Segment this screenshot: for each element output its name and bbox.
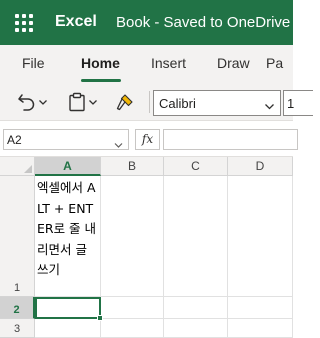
- cell-a1[interactable]: 엑셀에서 ALT + ENTER로 줄 내리면서 글 쓰기: [35, 176, 101, 297]
- row-header-3[interactable]: 3: [0, 319, 35, 338]
- cell-d1[interactable]: [228, 176, 293, 297]
- ribbon-tabs: File Home Insert Draw Pa: [0, 45, 293, 83]
- formula-input[interactable]: [163, 129, 298, 150]
- paintbrush-icon: [114, 91, 136, 113]
- chevron-down-icon: [38, 97, 48, 107]
- name-box[interactable]: A2: [3, 129, 129, 150]
- tab-draw[interactable]: Draw: [217, 55, 250, 71]
- row-number: 2: [13, 304, 20, 316]
- undo-button[interactable]: [16, 90, 48, 114]
- row-number: 1: [13, 282, 21, 294]
- column-header-b[interactable]: B: [101, 157, 164, 176]
- tab-home[interactable]: Home: [81, 55, 120, 71]
- clipboard-icon: [66, 91, 88, 113]
- row-header-1[interactable]: 1: [0, 176, 35, 297]
- insert-function-button[interactable]: fx: [135, 129, 160, 150]
- cell-d3[interactable]: [228, 319, 293, 338]
- chevron-down-icon: [264, 99, 275, 117]
- active-cell-outline: [35, 297, 101, 319]
- cell-b1[interactable]: [101, 176, 164, 297]
- paste-button[interactable]: [66, 90, 98, 114]
- chevron-down-icon: [88, 97, 98, 107]
- column-header-c[interactable]: C: [164, 157, 228, 176]
- cell-d2[interactable]: [228, 297, 293, 319]
- cell-b2[interactable]: [101, 297, 164, 319]
- undo-icon: [16, 91, 38, 113]
- document-title[interactable]: Book - Saved to OneDrive: [116, 14, 290, 31]
- cell-c2[interactable]: [164, 297, 228, 319]
- cell-c3[interactable]: [164, 319, 228, 338]
- spreadsheet-grid: A B C D 1 2 3 엑셀에서 ALT + ENTER로 줄 내리면서 글…: [0, 157, 293, 338]
- toolbar-divider: [149, 91, 150, 113]
- app-launcher-icon[interactable]: [15, 14, 33, 32]
- format-painter-button[interactable]: [114, 90, 136, 114]
- select-all-button[interactable]: [0, 157, 35, 176]
- cell-a3[interactable]: [35, 319, 101, 338]
- cell-c1[interactable]: [164, 176, 228, 297]
- row-header-2[interactable]: 2: [0, 297, 35, 319]
- select-all-triangle-icon: [24, 165, 32, 173]
- fill-handle[interactable]: [97, 315, 103, 321]
- font-size-select[interactable]: 1: [283, 90, 313, 116]
- font-name-value: Calibri: [159, 96, 196, 111]
- column-header-d[interactable]: D: [228, 157, 293, 176]
- app-name[interactable]: Excel: [55, 13, 97, 31]
- title-bar: Excel Book - Saved to OneDrive: [0, 0, 293, 45]
- cell-b3[interactable]: [101, 319, 164, 338]
- formula-bar: A2 fx: [0, 121, 298, 157]
- name-box-value: A2: [7, 133, 22, 147]
- chevron-down-icon: [114, 137, 123, 155]
- tab-file[interactable]: File: [22, 55, 45, 71]
- column-header-a[interactable]: A: [35, 157, 101, 176]
- ribbon-toolbar: Calibri 1: [0, 83, 313, 121]
- row-number: 3: [13, 323, 21, 335]
- tab-insert[interactable]: Insert: [151, 55, 186, 71]
- tab-page-layout[interactable]: Pa: [266, 55, 283, 71]
- font-name-select[interactable]: Calibri: [153, 90, 281, 116]
- font-size-value: 1: [287, 96, 295, 111]
- active-tab-indicator: [81, 79, 121, 82]
